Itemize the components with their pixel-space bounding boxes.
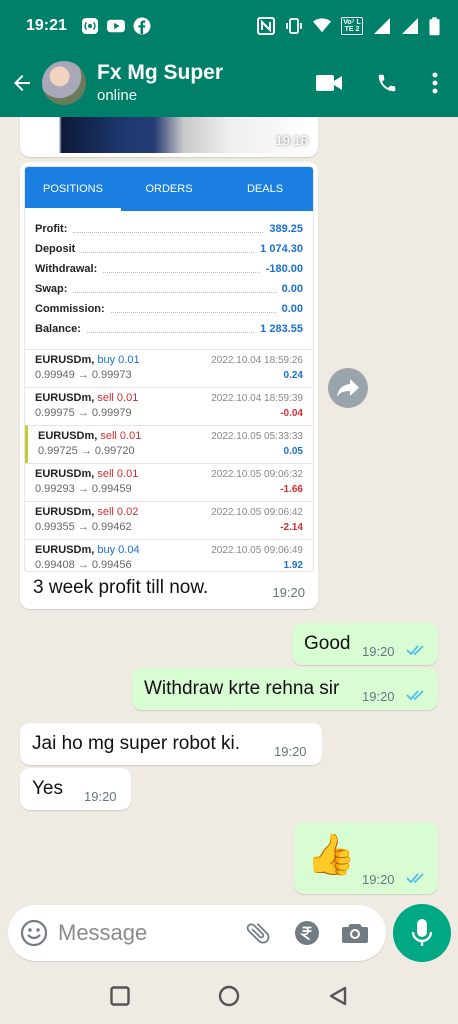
mic-icon xyxy=(411,919,433,946)
signal-icon xyxy=(402,18,418,34)
chat-header: 19:21 Vo⁷ LTE 2 Fx Mg Super online xyxy=(0,0,458,117)
message-text: Withdraw krte rehna sir xyxy=(144,678,340,699)
message-outgoing[interactable]: Good 19:20 xyxy=(292,623,438,665)
image-thumbnail[interactable] xyxy=(24,117,314,153)
camera-icon[interactable] xyxy=(342,922,368,944)
avatar[interactable] xyxy=(42,61,86,105)
message-input[interactable] xyxy=(58,920,218,946)
read-ticks-icon xyxy=(406,645,424,656)
status-time: 19:21 xyxy=(26,17,67,34)
message-incoming[interactable]: Yes 19:20 xyxy=(20,768,131,810)
share-arrow-icon xyxy=(337,379,359,397)
screenshot-tabs: POSITIONS ORDERS DEALS xyxy=(25,167,313,211)
message-time: 19:20 xyxy=(84,789,117,804)
summary-row: Commission: 0.00 xyxy=(35,303,303,315)
message-time: 19:20 xyxy=(362,872,395,887)
video-call-icon[interactable] xyxy=(316,73,342,93)
trade-screenshot[interactable]: POSITIONS ORDERS DEALS Profit: 389.25 Dep… xyxy=(24,166,314,572)
back-button[interactable] xyxy=(4,65,40,101)
back-nav-icon[interactable] xyxy=(328,986,348,1006)
contact-info[interactable]: Fx Mg Super online xyxy=(97,60,223,106)
deal-row: EURUSDm, sell 0.02 0.99355 → 0.99462 202… xyxy=(25,501,313,539)
hotspot-icon xyxy=(81,18,98,34)
attachment-icon[interactable] xyxy=(238,913,278,953)
message-time: 19:20 xyxy=(362,644,395,659)
tab-deals: DEALS xyxy=(246,183,284,195)
message-outgoing[interactable]: 👍 19:20 xyxy=(294,822,438,894)
message-time: 19:18 xyxy=(275,133,308,148)
tab-orders: ORDERS xyxy=(145,183,193,195)
message-text: Good xyxy=(304,633,351,654)
emoji-icon[interactable] xyxy=(20,919,48,947)
message-input-container xyxy=(8,905,386,961)
message-text: Jai ho mg super robot ki. xyxy=(32,733,241,754)
forward-button[interactable] xyxy=(328,368,368,408)
contact-status: online xyxy=(97,87,138,104)
rupee-payment-icon[interactable] xyxy=(294,920,320,946)
nfc-icon xyxy=(257,17,275,35)
voice-record-button[interactable] xyxy=(393,904,451,962)
app-bar: Fx Mg Super online xyxy=(0,52,458,114)
deal-row: EURUSDm, buy 0.04 0.99408 → 0.99456 2022… xyxy=(25,539,313,571)
message-time: 19:20 xyxy=(272,585,305,600)
message-time: 19:20 xyxy=(274,744,307,759)
recents-icon[interactable] xyxy=(110,986,130,1006)
message-incoming[interactable]: Jai ho mg super robot ki. 19:20 xyxy=(20,723,322,765)
read-ticks-icon xyxy=(406,690,424,701)
deal-row: EURUSDm, sell 0.01 0.99725 → 0.99720 202… xyxy=(25,425,313,463)
message-outgoing[interactable]: Withdraw krte rehna sir 19:20 xyxy=(132,668,438,710)
chat-area[interactable]: 19:18 POSITIONS ORDERS DEALS Profit: 389.… xyxy=(0,117,458,902)
deal-row: EURUSDm, buy 0.01 0.99949 → 0.99973 2022… xyxy=(25,349,313,387)
summary-row: Swap: 0.00 xyxy=(35,283,303,295)
contact-name: Fx Mg Super xyxy=(97,61,224,84)
account-summary: Profit: 389.25 Deposit 1 074.30 Withdrawal… xyxy=(25,211,313,343)
composer xyxy=(0,902,458,968)
read-ticks-icon xyxy=(406,873,424,884)
summary-row: Profit: 389.25 xyxy=(35,223,303,235)
message-emoji: 👍 xyxy=(306,833,356,877)
more-vert-icon[interactable] xyxy=(432,72,438,94)
message-text: Yes xyxy=(32,778,63,799)
message-image[interactable]: 19:18 xyxy=(20,117,318,157)
message-caption: 3 week profit till now. xyxy=(33,577,209,598)
message-time: 19:20 xyxy=(362,689,395,704)
deal-row: EURUSDm, sell 0.01 0.99293 → 0.99459 202… xyxy=(25,463,313,501)
summary-row: Balance: 1 283.55 xyxy=(35,323,303,335)
battery-icon xyxy=(429,16,440,35)
arrow-left-icon xyxy=(14,75,30,91)
message-image-caption[interactable]: POSITIONS ORDERS DEALS Profit: 389.25 Dep… xyxy=(20,162,318,609)
vibrate-icon xyxy=(286,18,302,34)
status-bar: 19:21 Vo⁷ LTE 2 xyxy=(0,0,458,52)
volte-icon: Vo⁷ LTE 2 xyxy=(341,17,363,35)
summary-row: Deposit 1 074.30 xyxy=(35,243,303,255)
signal-icon xyxy=(374,18,390,34)
tab-positions: POSITIONS xyxy=(25,167,121,211)
wifi-icon xyxy=(313,18,331,33)
summary-row: Withdrawal: -180.00 xyxy=(35,263,303,275)
home-icon[interactable] xyxy=(218,985,240,1007)
phone-icon[interactable] xyxy=(376,72,398,94)
system-nav-bar xyxy=(0,968,458,1024)
deal-row: EURUSDm, sell 0.01 0.99975 → 0.99979 202… xyxy=(25,387,313,425)
youtube-icon xyxy=(106,19,125,33)
facebook-icon xyxy=(133,17,151,35)
